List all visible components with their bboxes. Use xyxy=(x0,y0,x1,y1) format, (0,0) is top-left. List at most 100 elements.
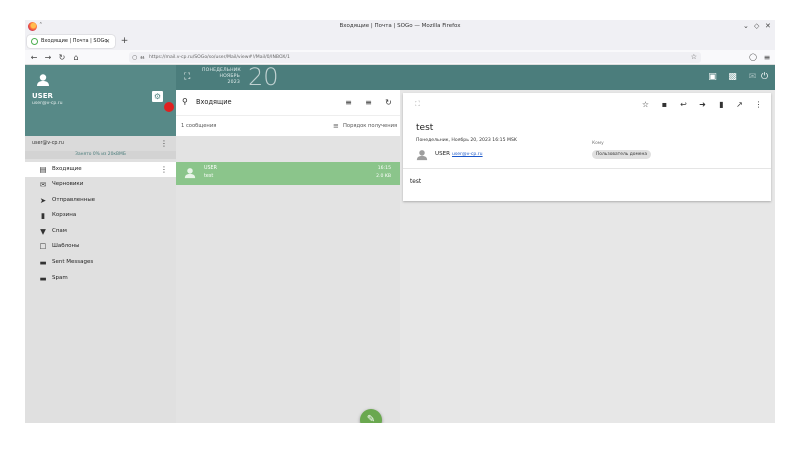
compose-pencil-icon[interactable]: ✎ xyxy=(360,409,382,423)
message-list-subheader: 1 сообщения ≡ Порядок получения xyxy=(176,115,400,136)
home-icon[interactable]: ⌂ xyxy=(70,50,82,65)
browser-window: ˆ Входящие | Почта | SOGo — Mozilla Fire… xyxy=(25,20,775,423)
minimize-icon[interactable]: ⌄ xyxy=(743,20,749,33)
reader-from-email[interactable]: user@v-cp.ru xyxy=(452,152,483,157)
pocket-icon[interactable]: ◯ xyxy=(747,50,759,65)
message-count: 1 сообщения xyxy=(181,123,217,129)
forward-icon[interactable]: ➜ xyxy=(697,99,708,110)
recipient-chip[interactable]: Пользователь домена xyxy=(592,150,652,159)
shield-icon[interactable]: ○ xyxy=(132,52,137,63)
drafts-icon: ✉ xyxy=(39,180,47,189)
folder-icon: ▬ xyxy=(39,258,47,267)
folder-drafts[interactable]: ✉ Черновики xyxy=(25,177,176,192)
message-card: ⛶ ☆ ▪ ↩ ➜ ▮ ↗ ⋮ test Понедельник, Ноябрь… xyxy=(403,93,771,201)
sort-order-icon[interactable]: ≡ xyxy=(333,116,339,137)
new-tab-icon[interactable]: + xyxy=(118,35,131,48)
sort-order-label[interactable]: Порядок получения xyxy=(343,116,397,137)
folder-templates[interactable]: ☐ Шаблоны xyxy=(25,239,176,254)
fullscreen-icon[interactable]: ⛶ xyxy=(184,72,190,82)
calendar-icon[interactable]: ▣ xyxy=(707,72,718,83)
account-row[interactable]: user@v-cp.ru ⋮ xyxy=(25,136,176,151)
folder-label: Отправленные xyxy=(52,197,96,203)
open-in-window-icon[interactable]: ↗ xyxy=(734,99,745,110)
mail-icon[interactable]: ✉ xyxy=(747,72,758,83)
folder-trash[interactable]: ▮ Корзина xyxy=(25,208,176,223)
folder-spam[interactable]: ▬ Spam xyxy=(25,271,176,286)
mail-app: USER user@v-cp.ru ⚙ user@v-cp.ru ⋮ Занят… xyxy=(25,63,775,423)
spam-icon: ▼ xyxy=(40,227,46,236)
tab-close-icon[interactable]: ✕ xyxy=(105,35,110,48)
tab-title: Входящие | Почта | SOGo xyxy=(41,38,108,44)
message-time: 16:15 xyxy=(377,166,391,171)
message-row[interactable]: USER test 16:15 2.0 KB xyxy=(176,162,400,185)
reload-icon[interactable]: ↻ xyxy=(56,50,68,65)
year: 2023 xyxy=(227,80,240,85)
sogo-favicon-icon xyxy=(31,38,38,45)
url-bar[interactable]: ○ ⎂ https://mail.v-cp.ru/SOGo/so/user/Ma… xyxy=(129,52,701,63)
folder-label: Входящие xyxy=(52,166,82,172)
maximize-icon[interactable]: ◇ xyxy=(754,20,759,33)
folder-label: Spam xyxy=(52,275,68,281)
user-avatar-icon xyxy=(37,74,49,86)
refresh-icon[interactable]: ↻ xyxy=(383,97,394,108)
message-sender: USER xyxy=(204,166,217,171)
folder-icon: ▬ xyxy=(39,274,47,283)
inbox-icon: ▤ xyxy=(39,165,47,174)
folder-sent[interactable]: ➤ Отправленные xyxy=(25,193,176,208)
reply-icon[interactable]: ↩ xyxy=(678,99,689,110)
forward-icon[interactable]: → xyxy=(42,50,54,65)
app-header: ⛶ ПОНЕДЕЛЬНИК НОЯБРЬ 2023 20 ▣ ▩ ✉ ⏻ xyxy=(176,63,775,91)
date-block: ПОНЕДЕЛЬНИК НОЯБРЬ 2023 xyxy=(202,68,241,86)
user-panel: USER user@v-cp.ru ⚙ xyxy=(25,65,176,136)
account-more-icon[interactable]: ⋮ xyxy=(160,136,168,151)
message-size: 2.0 KB xyxy=(376,174,391,179)
url-text[interactable]: https://mail.v-cp.ru/SOGo/so/user/Mail/v… xyxy=(149,52,290,63)
settings-gear-icon[interactable]: ⚙ xyxy=(152,91,163,102)
search-icon[interactable]: ⚲ xyxy=(182,97,188,106)
move-to-folder-icon[interactable]: ▪ xyxy=(659,99,670,110)
folder-label: Спам xyxy=(52,228,67,234)
sender-avatar-icon xyxy=(416,150,428,161)
tab-strip: Входящие | Почта | SOGo ✕ + xyxy=(25,33,775,50)
user-name: USER xyxy=(32,92,53,100)
folder-inbox[interactable]: ▤ Входящие ⋮ xyxy=(25,162,176,177)
reader-date: Понедельник, Ноябрь 20, 2023 16:15 MSK xyxy=(416,138,517,143)
sender-avatar-icon xyxy=(184,168,196,179)
folder-sent-messages[interactable]: ▬ Sent Messages xyxy=(25,255,176,270)
divider xyxy=(403,168,771,169)
navigation-bar: ← → ↻ ⌂ ○ ⎂ https://mail.v-cp.ru/SOGo/so… xyxy=(25,50,775,65)
window-title: Входящие | Почта | SOGo — Mozilla Firefo… xyxy=(339,23,461,29)
sidebar: USER user@v-cp.ru ⚙ user@v-cp.ru ⋮ Занят… xyxy=(25,65,176,423)
hamburger-menu-icon[interactable]: ≡ xyxy=(761,50,773,65)
folder-label: Черновики xyxy=(52,181,84,187)
reading-pane: ⛶ ☆ ▪ ↩ ➜ ▮ ↗ ⋮ test Понедельник, Ноябрь… xyxy=(400,90,775,423)
day-number: 20 xyxy=(248,63,279,91)
browser-tab[interactable]: Входящие | Почта | SOGo ✕ xyxy=(27,35,115,48)
message-list-header: ⚲ Входящие ≡ ≡ ↻ xyxy=(176,90,400,115)
user-email: user@v-cp.ru xyxy=(32,101,63,106)
template-icon: ☐ xyxy=(39,242,47,251)
folder-label: Sent Messages xyxy=(52,259,94,265)
delete-icon[interactable]: ▮ xyxy=(716,99,727,110)
lock-icon[interactable]: ⎂ xyxy=(140,52,145,63)
folder-label: Корзина xyxy=(52,212,77,218)
current-folder-title: Входящие xyxy=(196,98,232,106)
contacts-icon[interactable]: ▩ xyxy=(727,72,738,83)
folder-junk[interactable]: ▼ Спам xyxy=(25,224,176,239)
filter-icon[interactable]: ≡ xyxy=(343,97,354,108)
bookmark-star-icon[interactable]: ☆ xyxy=(691,52,697,63)
reader-from-name: USER xyxy=(435,151,451,157)
title-bar: ˆ Входящие | Почта | SOGo — Mozilla Fire… xyxy=(25,20,775,33)
message-body: test xyxy=(410,179,422,185)
folder-more-icon[interactable]: ⋮ xyxy=(160,162,168,177)
trash-icon: ▮ xyxy=(40,211,46,220)
close-window-icon[interactable]: ✕ xyxy=(765,20,771,33)
send-icon: ➤ xyxy=(39,196,47,205)
expand-icon[interactable]: ⛶ xyxy=(415,100,420,109)
sort-icon[interactable]: ≡ xyxy=(363,97,374,108)
more-actions-icon[interactable]: ⋮ xyxy=(753,99,764,110)
message-list: ⚲ Входящие ≡ ≡ ↻ 1 сообщения ≡ Порядок п… xyxy=(176,90,400,423)
flag-star-icon[interactable]: ☆ xyxy=(640,99,651,110)
logout-power-icon[interactable]: ⏻ xyxy=(759,72,770,83)
back-icon[interactable]: ← xyxy=(28,50,40,65)
